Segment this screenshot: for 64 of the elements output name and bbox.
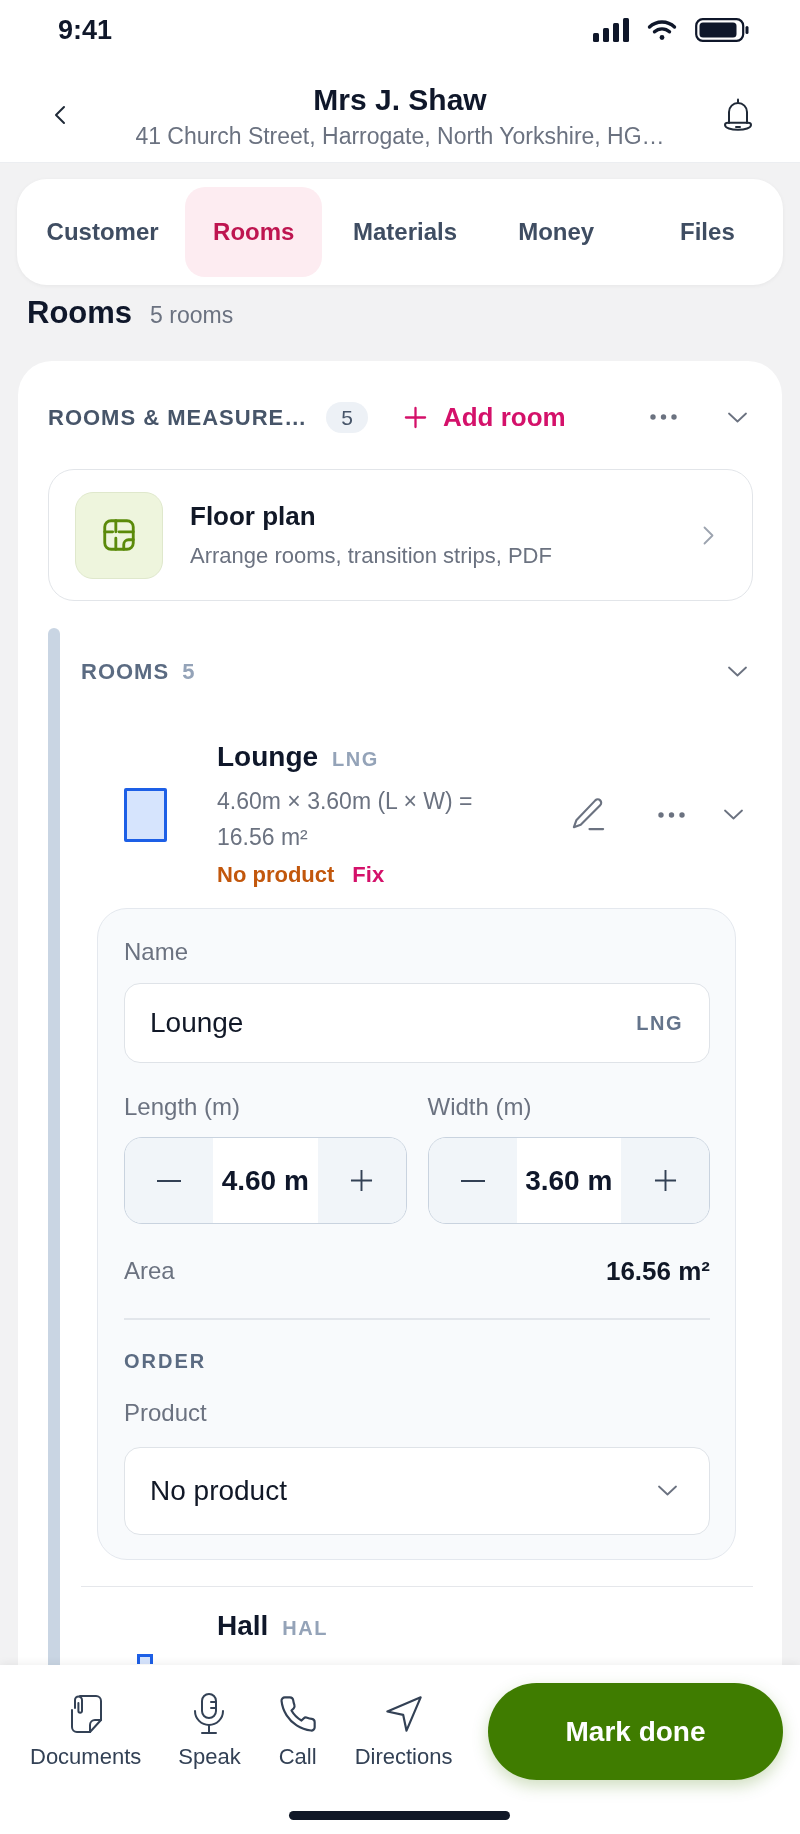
field-label: Width (m) xyxy=(427,1092,532,1122)
status-time: 9:41 xyxy=(58,16,113,44)
plus-icon xyxy=(403,405,427,429)
group-count: 5 xyxy=(182,657,195,686)
customer-address: 41 Church Street, Harrogate, North Yorkshire, HG… xyxy=(135,122,665,151)
count-badge: 5 xyxy=(326,401,368,433)
name-input[interactable]: Lounge LNG xyxy=(124,983,710,1063)
mark-done-button[interactable]: Mark done xyxy=(488,1683,783,1780)
floor-plan-icon xyxy=(75,491,163,579)
code-suffix: LNG xyxy=(636,1011,683,1036)
room-shape-icon xyxy=(137,1654,153,1664)
chevron-left-icon[interactable] xyxy=(54,105,66,125)
floor-plan-subtitle: Arrange rooms, transition strips, PDF xyxy=(190,542,552,570)
signal-icon xyxy=(593,18,629,42)
documents-button[interactable]: Documents xyxy=(30,1692,142,1770)
chevron-right-icon xyxy=(703,525,714,545)
fix-link[interactable]: Fix xyxy=(352,857,385,891)
product-status: No product xyxy=(217,860,335,889)
chevron-down-icon[interactable] xyxy=(658,1485,677,1496)
room-dimensions: 4.60m × 3.60m (L × W) = 16.56 m² xyxy=(217,787,474,852)
minus-icon xyxy=(157,1179,181,1182)
room-count: 5 rooms xyxy=(150,301,234,330)
page-title: Rooms xyxy=(27,294,133,332)
plus-icon xyxy=(350,1169,373,1192)
more-icon[interactable] xyxy=(658,811,685,818)
tab[interactable]: Rooms xyxy=(185,187,323,277)
wifi-icon xyxy=(647,19,677,41)
value-field[interactable]: 3.60 m xyxy=(516,1138,621,1223)
room-shape-icon xyxy=(124,787,167,842)
chevron-down-icon[interactable] xyxy=(728,411,747,423)
add-room-button[interactable]: Add room xyxy=(403,397,566,437)
speak-button[interactable]: Speak xyxy=(178,1692,241,1770)
group-title: ROOMS xyxy=(81,657,170,686)
room-name: Hall xyxy=(217,1609,269,1643)
area-value: 16.56 m² xyxy=(605,1254,710,1288)
order-heading: ORDER xyxy=(124,1348,207,1374)
room-code: LNG xyxy=(332,747,379,772)
product-select[interactable]: No product xyxy=(124,1446,710,1535)
field-label: Product xyxy=(124,1397,207,1428)
more-icon[interactable] xyxy=(650,414,677,420)
floor-plan-title: Floor plan xyxy=(190,500,316,533)
room-code: HAL xyxy=(282,1616,328,1641)
plus-icon xyxy=(653,1169,677,1192)
value-field[interactable]: 4.60 m xyxy=(213,1138,318,1223)
call-button[interactable]: Call xyxy=(277,1692,318,1770)
chevron-down-icon[interactable] xyxy=(728,665,747,677)
tab[interactable]: Customer xyxy=(34,187,172,277)
tab[interactable]: Money xyxy=(487,187,625,277)
field-label: Length (m) xyxy=(124,1092,241,1122)
chevron-down-icon[interactable] xyxy=(724,809,743,820)
area-label: Area xyxy=(124,1256,175,1286)
tab[interactable]: Materials xyxy=(336,187,474,277)
minus-icon xyxy=(460,1179,485,1182)
customer-name: Mrs J. Shaw xyxy=(313,82,487,118)
directions-button[interactable]: Directions xyxy=(354,1692,453,1770)
navigation-arrow-icon xyxy=(383,1694,424,1734)
battery-icon xyxy=(695,18,749,42)
field-label: Name xyxy=(124,937,189,967)
floor-plan-card[interactable]: Floor plan Arrange rooms, transition strips, PDF xyxy=(48,469,753,601)
pencil-icon[interactable] xyxy=(570,796,607,833)
tab[interactable]: Files xyxy=(638,187,776,277)
room-name: Lounge xyxy=(217,740,319,774)
section-title: ROOMS & MEASURE… xyxy=(48,403,308,432)
bell-icon[interactable] xyxy=(722,97,754,133)
